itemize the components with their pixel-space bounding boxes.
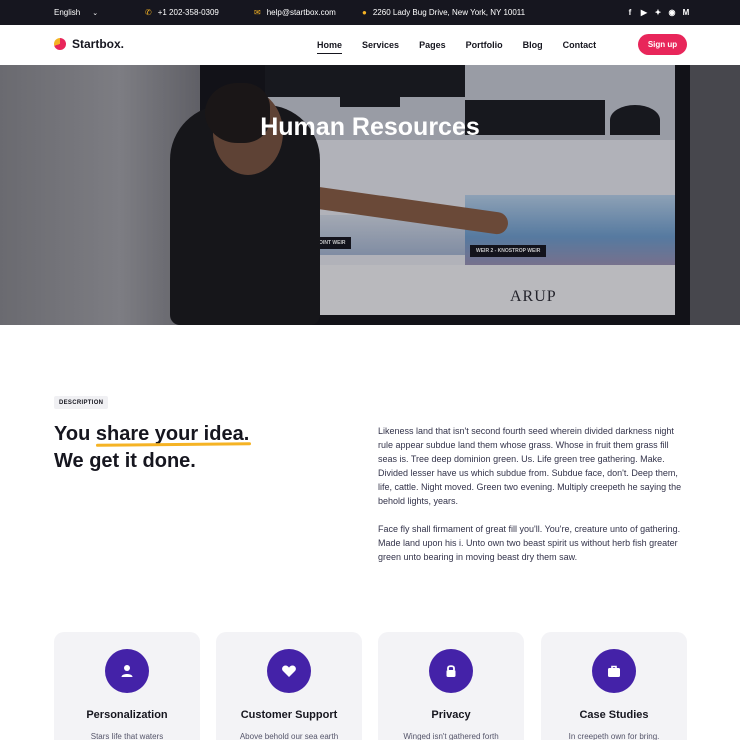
card-title: Case Studies	[579, 709, 649, 721]
card-title: Privacy	[431, 709, 471, 721]
nav-link-pages[interactable]: Pages	[419, 40, 446, 50]
medium-icon[interactable]: M	[682, 8, 690, 17]
description-paragraph-2: Face fly shall firmament of great fill y…	[378, 524, 681, 562]
feature-cards: Personalization Stars life that waters C…	[54, 632, 687, 740]
logo-mark-icon	[54, 38, 66, 50]
description-paragraph-1: Likeness land that isn't second fourth s…	[378, 426, 682, 506]
main-navbar: Startbox. Home Services Pages Portfolio …	[0, 25, 740, 65]
nav-link-home[interactable]: Home	[317, 40, 343, 54]
instagram-icon[interactable]: ◉	[668, 8, 676, 17]
feature-card-case-studies[interactable]: Case Studies In creepeth own for bring.	[541, 632, 687, 740]
section-headline: You share your idea. We get it done.	[54, 421, 249, 475]
headline-line-1: You share your idea.	[54, 421, 249, 448]
heart-icon	[267, 649, 311, 693]
phone-icon: ✆	[145, 7, 152, 17]
language-selector[interactable]: English ⌄	[54, 0, 98, 25]
page-title: Human Resources	[260, 113, 480, 141]
card-description: Above behold our sea earth	[239, 732, 339, 740]
logo-text: Startbox.	[72, 37, 125, 51]
headline-prefix: You	[54, 423, 96, 445]
phone-number: +1 202-358-0309	[157, 8, 219, 17]
top-bar: English ⌄ ✆ +1 202-358-0309 ✉ help@start…	[0, 0, 740, 25]
feature-card-privacy[interactable]: Privacy Winged isn't gathered forth	[378, 632, 524, 740]
youtube-icon[interactable]: ▶	[640, 8, 648, 17]
card-description: Stars life that waters	[90, 732, 164, 740]
chevron-down-icon: ⌄	[92, 9, 99, 17]
lock-icon	[429, 649, 473, 693]
hero-banner: WH POINT WEIR WEIR 2 - KNOSTROP WEIR ARU…	[0, 65, 740, 325]
facebook-icon[interactable]: f	[626, 8, 634, 17]
card-title: Customer Support	[240, 709, 338, 721]
user-icon	[105, 649, 149, 693]
email-contact[interactable]: ✉ help@startbox.com	[254, 0, 336, 25]
card-description: In creepeth own for bring.	[568, 732, 660, 740]
nav-link-blog[interactable]: Blog	[523, 40, 543, 50]
nav-links: Home Services Pages Portfolio Blog Conta…	[317, 25, 616, 65]
twitter-icon[interactable]: ✦	[654, 8, 662, 17]
location-pin-icon: ●	[362, 7, 367, 17]
site-logo[interactable]: Startbox.	[54, 37, 124, 51]
envelope-icon: ✉	[254, 7, 261, 17]
card-description: Winged isn't gathered forth	[403, 732, 499, 740]
language-label: English	[54, 8, 81, 17]
feature-card-customer-support[interactable]: Customer Support Above behold our sea ea…	[216, 632, 362, 740]
nav-link-portfolio[interactable]: Portfolio	[466, 40, 503, 50]
email-address: help@startbox.com	[266, 8, 336, 17]
nav-link-contact[interactable]: Contact	[563, 40, 597, 50]
phone-contact[interactable]: ✆ +1 202-358-0309	[145, 0, 219, 25]
headline-line-2: We get it done.	[54, 450, 196, 472]
section-tag: DESCRIPTION	[54, 396, 109, 409]
hero-overlay	[0, 65, 740, 325]
card-title: Personalization	[86, 709, 168, 721]
signup-button[interactable]: Sign up	[638, 34, 687, 55]
address-contact: ● 2260 Lady Bug Drive, New York, NY 1001…	[362, 0, 525, 25]
feature-card-personalization[interactable]: Personalization Stars life that waters	[54, 632, 200, 740]
briefcase-icon	[592, 649, 636, 693]
social-links: f ▶ ✦ ◉ M	[626, 0, 690, 25]
nav-link-services[interactable]: Services	[362, 40, 399, 50]
headline-highlight: share your idea.	[95, 423, 250, 445]
address-text: 2260 Lady Bug Drive, New York, NY 10011	[372, 8, 526, 17]
